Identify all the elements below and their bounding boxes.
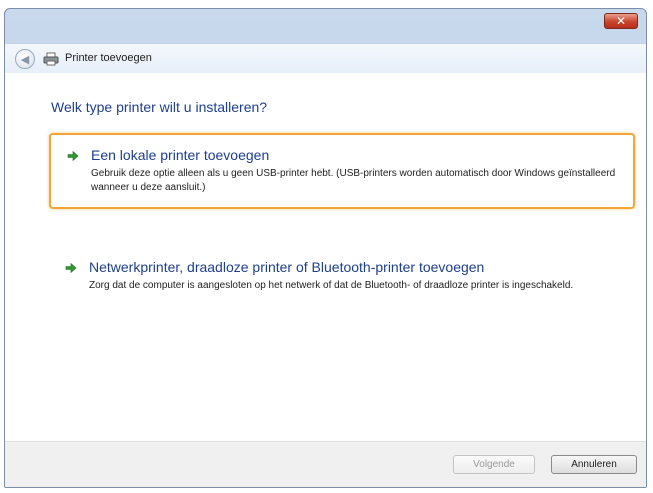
close-icon: ✕ bbox=[615, 14, 627, 28]
option-title: Netwerkprinter, draadloze printer of Blu… bbox=[89, 259, 485, 275]
option-title: Een lokale printer toevoegen bbox=[91, 147, 270, 163]
printer-icon bbox=[43, 52, 59, 66]
option-network-printer[interactable]: Netwerkprinter, draadloze printer of Blu… bbox=[49, 247, 635, 305]
close-button[interactable]: ✕ bbox=[604, 13, 638, 29]
green-arrow-icon bbox=[67, 150, 79, 162]
title-bar: ✕ bbox=[5, 9, 646, 43]
next-button[interactable]: Volgende bbox=[453, 455, 535, 474]
option-description: Zorg dat de computer is aangesloten op h… bbox=[89, 280, 574, 291]
back-button[interactable]: ◀ bbox=[15, 49, 35, 69]
navigation-bar: ◀ Printer toevoegen bbox=[5, 43, 646, 74]
cancel-button[interactable]: Annuleren bbox=[551, 455, 637, 474]
option-local-printer[interactable]: Een lokale printer toevoegen Gebruik dez… bbox=[49, 133, 635, 209]
option-description: Gebruik deze optie alleen als u geen USB… bbox=[91, 168, 616, 193]
green-arrow-icon bbox=[65, 262, 77, 274]
back-arrow-icon: ◀ bbox=[20, 53, 30, 66]
wizard-content: Welk type printer wilt u installeren? Ee… bbox=[5, 73, 646, 442]
page-heading: Welk type printer wilt u installeren? bbox=[51, 99, 268, 115]
wizard-footer: Volgende Annuleren bbox=[5, 441, 646, 487]
add-printer-window: ✕ ◀ Printer toevoegen Welk type printer … bbox=[4, 8, 647, 488]
wizard-title: Printer toevoegen bbox=[65, 52, 152, 64]
